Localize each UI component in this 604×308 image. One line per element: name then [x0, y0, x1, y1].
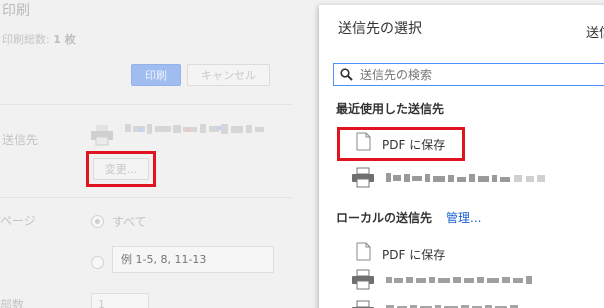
pages-all-radio[interactable]: [91, 215, 104, 228]
pages-all-label: すべて: [112, 215, 147, 229]
destination-name-blurred: [125, 124, 264, 134]
printer-name-blurred: [386, 276, 532, 284]
print-button[interactable]: 印刷: [131, 64, 181, 86]
recent-destinations-title: 最近使用した送信先: [336, 102, 445, 116]
highlight-save-pdf: [337, 127, 465, 161]
pages-label: ページ: [0, 214, 36, 228]
local-item-label: PDF に保存: [382, 248, 446, 262]
print-title: 印刷: [2, 3, 30, 19]
search-icon: [340, 68, 353, 81]
destination-label: 送信先: [2, 133, 39, 147]
sheet-count: 印刷総数: 1 枚: [2, 31, 76, 47]
divider: [0, 104, 293, 105]
sheet-count-label: 印刷総数:: [2, 33, 50, 46]
printer-name-blurred: [386, 173, 545, 182]
pages-range-radio[interactable]: [91, 256, 104, 269]
destination-search[interactable]: [333, 63, 604, 86]
printer-icon: [91, 125, 113, 146]
printer-icon: [352, 300, 374, 308]
copies-input[interactable]: 1: [91, 293, 149, 308]
manage-link[interactable]: 管理...: [446, 209, 481, 226]
highlight-change-button: [86, 151, 156, 187]
pages-range-input[interactable]: [112, 246, 274, 273]
dialog-title-right: 送信: [586, 26, 604, 41]
printer-name-blurred: [386, 305, 518, 308]
sheet-count-value: 1 枚: [53, 33, 76, 46]
cancel-button[interactable]: キャンセル: [187, 64, 270, 86]
printer-icon: [352, 167, 374, 188]
local-destinations-title: ローカルの送信先: [336, 211, 433, 225]
printer-icon: [352, 269, 374, 290]
divider: [0, 197, 293, 198]
copies-label: 部数: [0, 298, 25, 308]
dialog-title: 送信先の選択: [338, 21, 422, 37]
pdf-document-icon: [356, 242, 371, 261]
search-input[interactable]: [360, 66, 604, 83]
